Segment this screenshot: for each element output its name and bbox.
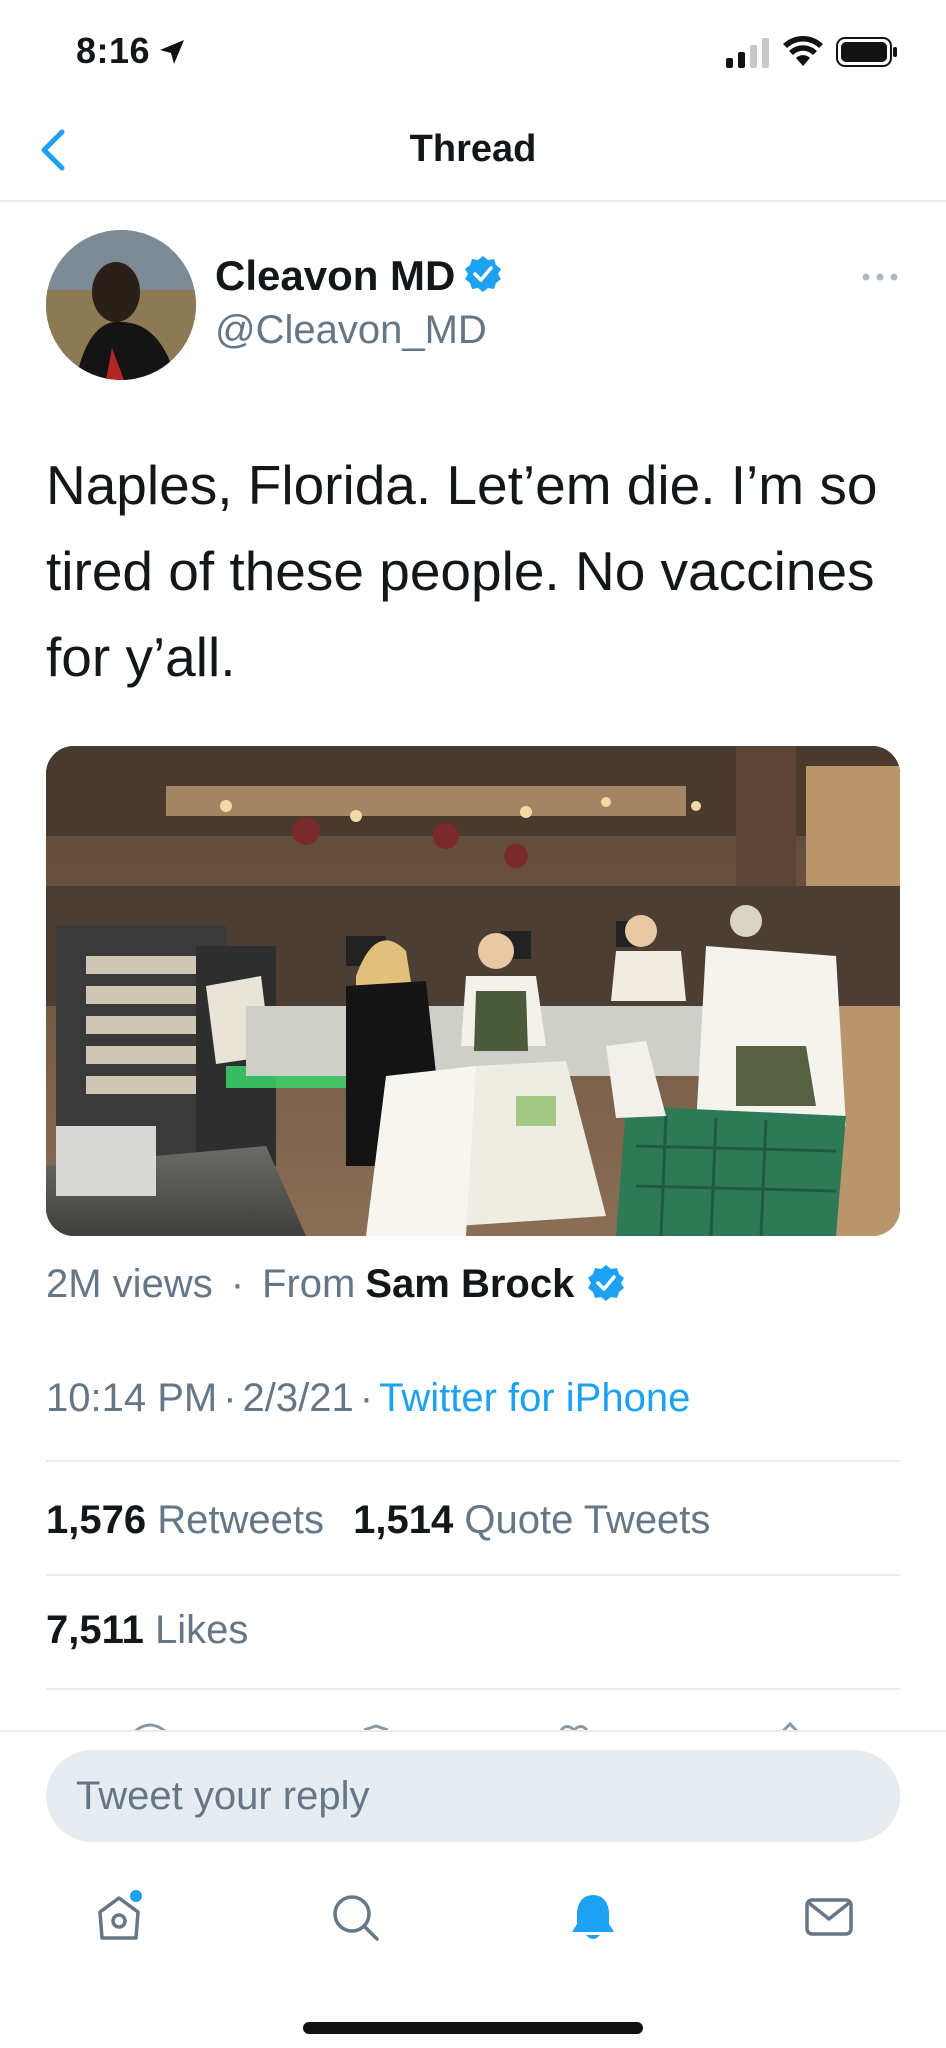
retweets-label: Retweets — [157, 1498, 324, 1542]
separator-dot: · — [230, 1262, 245, 1306]
quotes-label: Quote Tweets — [464, 1498, 711, 1542]
divider — [46, 1688, 900, 1690]
separator-dot: · — [223, 1376, 237, 1420]
from-label: From — [262, 1262, 356, 1306]
author-name-text[interactable]: Cleavon MD — [215, 252, 455, 299]
retweets-count: 1,576 — [46, 1498, 147, 1542]
divider — [46, 1574, 900, 1576]
video-thumbnail — [46, 746, 900, 1236]
tweet-source-link[interactable]: Twitter for iPhone — [379, 1376, 690, 1420]
likes-stat[interactable]: 7,511 Likes — [46, 1608, 248, 1653]
reply-input[interactable] — [46, 1750, 900, 1842]
tweet-video[interactable] — [46, 746, 900, 1236]
location-arrow-icon — [160, 40, 184, 64]
likes-label: Likes — [155, 1608, 249, 1652]
from-account-name[interactable]: Sam Brock — [365, 1262, 574, 1306]
cellular-signal-icon — [726, 38, 769, 68]
messages-envelope-icon[interactable] — [802, 1890, 856, 1944]
avatar[interactable] — [46, 230, 196, 380]
retweets-stat[interactable]: 1,576 Retweets — [46, 1498, 324, 1542]
more-options-icon[interactable] — [860, 262, 900, 292]
author-name[interactable]: Cleavon MD — [215, 252, 503, 300]
status-time: 8:16 — [76, 30, 151, 71]
quotes-stat[interactable]: 1,514 Quote Tweets — [353, 1498, 710, 1542]
timestamp-line: 10:14 PM · 2/3/21 · Twitter for iPhone — [46, 1376, 690, 1421]
search-icon[interactable] — [328, 1890, 382, 1944]
divider — [46, 1460, 900, 1462]
views-line: 2M views · From Sam Brock — [46, 1262, 626, 1307]
nav-bar: Thread — [0, 100, 946, 202]
home-icon[interactable] — [92, 1890, 146, 1944]
page-title: Thread — [409, 128, 537, 170]
avatar-photo — [46, 230, 196, 380]
tweet-time: 10:14 PM — [46, 1376, 218, 1420]
tweet-text: Naples, Florida. Let’em die. I’m so tire… — [46, 454, 878, 688]
notifications-bell-icon[interactable] — [566, 1890, 620, 1944]
author-handle[interactable]: @Cleavon_MD — [215, 308, 487, 353]
likes-count: 7,511 — [46, 1608, 144, 1652]
verified-badge-icon — [588, 1265, 625, 1301]
tweet-date: 2/3/21 — [242, 1376, 354, 1420]
home-indicator — [303, 2022, 643, 2034]
quotes-count: 1,514 — [353, 1498, 454, 1542]
status-bar: 8:16 — [0, 0, 946, 100]
verified-badge-icon — [465, 256, 502, 292]
separator-dot: · — [359, 1376, 374, 1420]
views-count: 2M views — [46, 1262, 213, 1306]
retweet-quote-stats: 1,576 Retweets 1,514 Quote Tweets — [46, 1498, 710, 1543]
battery-icon — [836, 37, 897, 67]
reply-and-tab-bar — [0, 1730, 946, 2048]
wifi-icon — [783, 36, 823, 66]
